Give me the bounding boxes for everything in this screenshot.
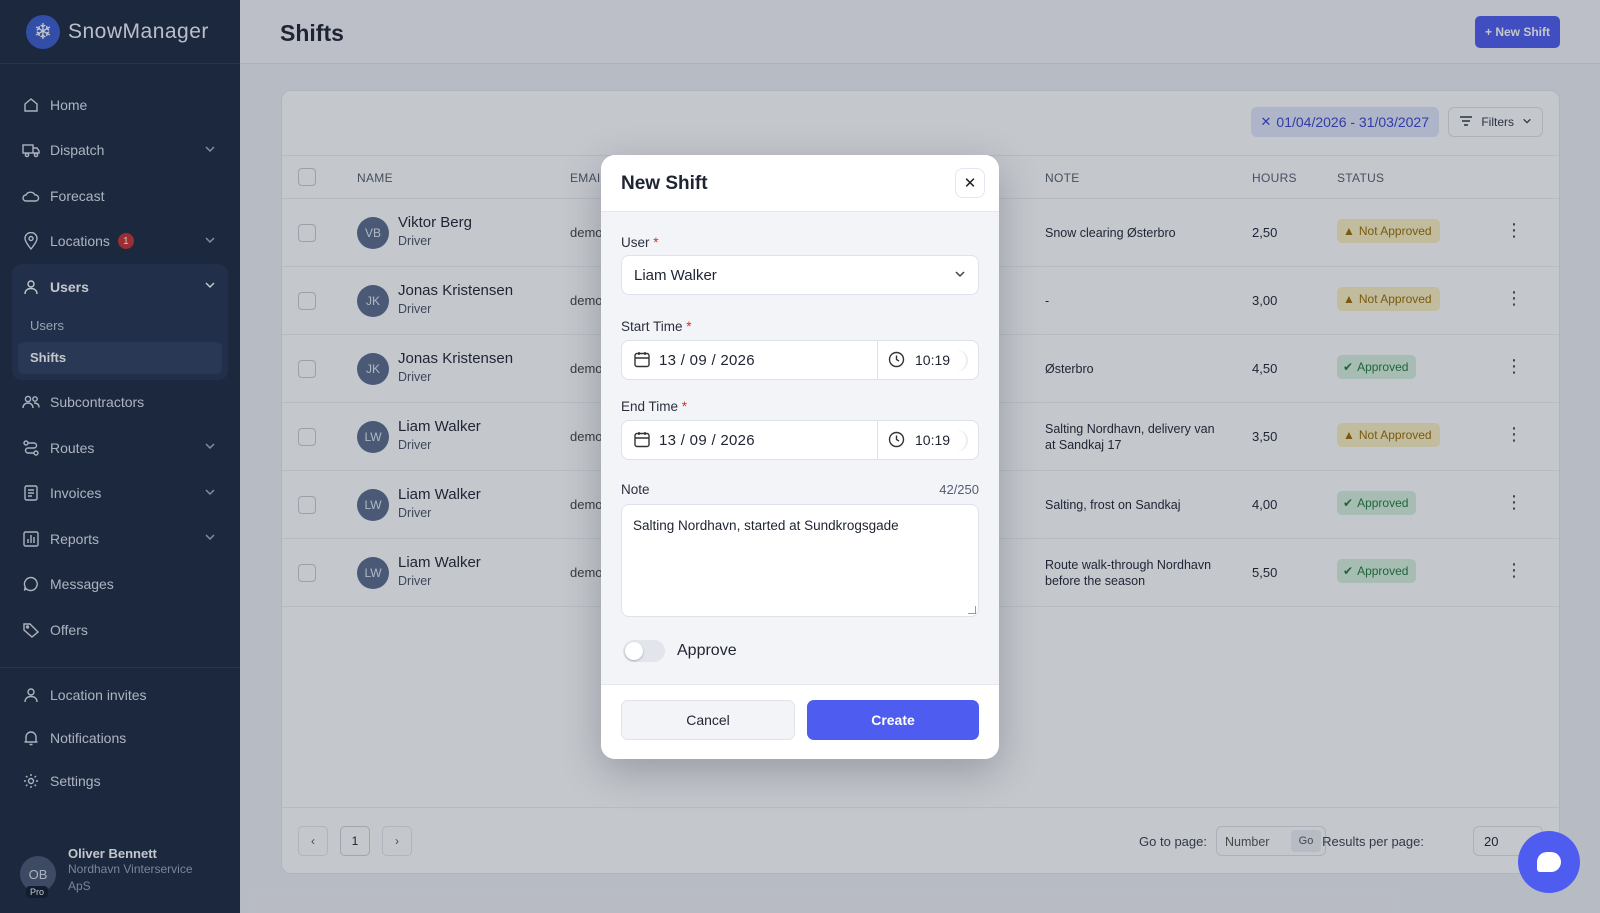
chat-icon	[1537, 852, 1561, 872]
chevron-down-icon	[954, 267, 966, 284]
label-text: End Time	[621, 399, 679, 414]
note-label: Note	[621, 482, 650, 497]
required-marker: *	[653, 235, 659, 250]
chat-launcher-button[interactable]	[1518, 831, 1580, 893]
close-button[interactable]: ✕	[955, 168, 985, 198]
new-shift-dialog: New Shift ✕ User * Liam Walker Start Tim…	[601, 155, 999, 759]
note-char-counter: 42/250	[939, 482, 979, 497]
end-date-value: 13 / 09 / 2026	[659, 432, 755, 449]
user-select[interactable]: Liam Walker	[621, 255, 979, 295]
start-date-input[interactable]: 13 / 09 / 2026	[622, 341, 878, 379]
end-time-label: End Time *	[621, 399, 687, 414]
calendar-icon	[634, 431, 650, 452]
dialog-title: New Shift	[621, 173, 708, 194]
resize-handle-icon[interactable]	[968, 606, 976, 614]
start-time-label: Start Time *	[621, 319, 692, 334]
approve-label: Approve	[677, 642, 737, 659]
approve-toggle[interactable]	[623, 640, 665, 662]
note-value: Salting Nordhavn, started at Sundkrogsga…	[633, 518, 899, 533]
start-time-value: 10:19	[915, 352, 951, 368]
clock-icon	[888, 431, 905, 452]
label-text: Start Time	[621, 319, 683, 334]
label-text: User	[621, 235, 650, 250]
end-time-field: 13 / 09 / 2026 10:19	[621, 420, 979, 460]
start-time-field: 13 / 09 / 2026 10:19	[621, 340, 979, 380]
clock-icon	[888, 351, 905, 372]
calendar-icon	[634, 351, 650, 372]
required-marker: *	[686, 319, 692, 334]
user-select-value: Liam Walker	[634, 267, 717, 284]
user-field-label: User *	[621, 235, 659, 250]
close-icon: ✕	[963, 175, 977, 192]
toggle-knob	[625, 642, 643, 660]
end-date-input[interactable]: 13 / 09 / 2026	[622, 421, 878, 459]
dialog-footer: Cancel Create	[601, 684, 999, 759]
note-textarea[interactable]: Salting Nordhavn, started at Sundkrogsga…	[621, 504, 979, 617]
create-button[interactable]: Create	[807, 700, 979, 740]
end-time-value: 10:19	[915, 432, 951, 448]
required-marker: *	[681, 399, 688, 414]
cancel-button[interactable]: Cancel	[621, 700, 795, 740]
dialog-header: New Shift ✕	[601, 155, 999, 212]
start-date-value: 13 / 09 / 2026	[659, 352, 755, 369]
